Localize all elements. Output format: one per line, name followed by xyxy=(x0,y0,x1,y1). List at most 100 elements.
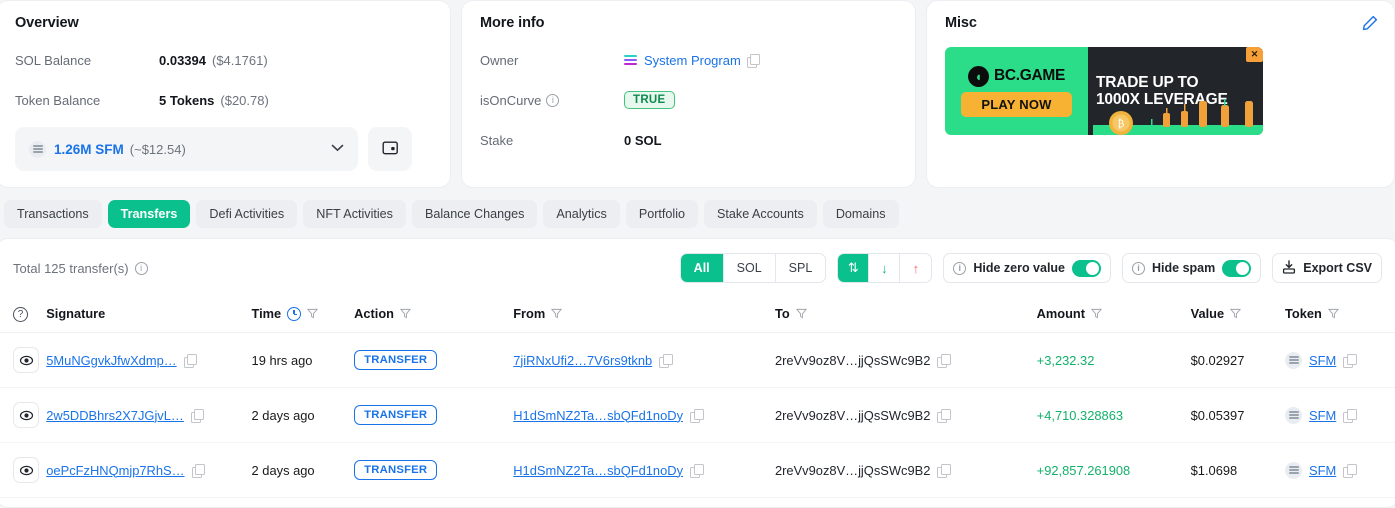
info-icon[interactable]: i xyxy=(546,93,560,107)
col-token: Token xyxy=(1285,295,1395,333)
col-token-label: Token xyxy=(1285,306,1322,321)
copy-icon[interactable] xyxy=(690,463,704,478)
hide-zero-value-toggle[interactable]: i Hide zero value xyxy=(943,253,1112,283)
download-icon xyxy=(1282,259,1296,277)
col-to: To xyxy=(774,295,1037,333)
misc-card: Misc ◖ BC.GAME PLAY NOW TRADE UP TO 1000… xyxy=(926,0,1395,188)
tab-balance-changes[interactable]: Balance Changes xyxy=(411,200,538,228)
filter-icon[interactable] xyxy=(551,308,563,319)
token-balance-label: Token Balance xyxy=(15,92,101,108)
action-badge: TRANSFER xyxy=(354,460,438,480)
col-time-label: Time xyxy=(251,306,282,321)
transfers-table: ? Signature Time Action From To Amount V… xyxy=(0,295,1395,498)
stake-amount: 0 SOL xyxy=(624,132,662,148)
signature-link[interactable]: 5MuNGgvkJfwXdmp… xyxy=(46,353,176,368)
copy-icon[interactable] xyxy=(183,353,198,368)
sort-both-icon[interactable]: ⇅ xyxy=(838,254,870,282)
tab-nft-activities[interactable]: NFT Activities xyxy=(303,200,406,228)
table-row: oePcFzHNQmjp7RhS… 2 days ago TRANSFER H1… xyxy=(0,442,1395,498)
tab-transactions[interactable]: Transactions xyxy=(4,200,102,228)
copy-icon[interactable] xyxy=(937,353,951,368)
filter-icon[interactable] xyxy=(795,308,807,319)
copy-icon[interactable] xyxy=(659,353,673,368)
tab-domains[interactable]: Domains xyxy=(822,200,899,228)
col-amount: Amount xyxy=(1036,295,1191,333)
pencil-icon[interactable] xyxy=(1362,15,1378,34)
copy-icon[interactable] xyxy=(690,408,704,423)
ad-close-icon[interactable]: ✕ xyxy=(1246,47,1263,62)
copy-icon[interactable] xyxy=(937,463,951,478)
filter-icon[interactable] xyxy=(1230,308,1242,319)
clock-icon[interactable] xyxy=(287,306,302,321)
filter-icon[interactable] xyxy=(1091,308,1103,319)
svg-text:₿: ₿ xyxy=(1118,118,1125,130)
row-to-cell: 2reVv9oz8V…jjQsSWc9B2 xyxy=(774,387,1037,443)
filter-sol[interactable]: SOL xyxy=(724,254,776,282)
token-link[interactable]: SFM xyxy=(1309,408,1336,423)
tab-defi-activities[interactable]: Defi Activities xyxy=(196,200,298,228)
toggle-switch[interactable] xyxy=(1222,259,1252,277)
row-value-cell: $0.05397 xyxy=(1190,387,1286,443)
advertisement-banner[interactable]: ◖ BC.GAME PLAY NOW TRADE UP TO 1000X LEV… xyxy=(945,47,1263,135)
row-eye-cell xyxy=(0,387,47,443)
token-link[interactable]: SFM xyxy=(1309,353,1336,368)
filter-icon[interactable] xyxy=(399,308,411,319)
copy-icon[interactable] xyxy=(1343,408,1357,423)
copy-icon[interactable] xyxy=(191,463,206,478)
ad-brand: ◖ BC.GAME xyxy=(967,65,1065,87)
row-token-cell: SFM xyxy=(1285,442,1395,498)
tab-bar: Transactions Transfers Defi Activities N… xyxy=(0,188,1395,238)
tab-portfolio[interactable]: Portfolio xyxy=(625,200,699,228)
info-icon[interactable]: i xyxy=(134,261,148,275)
hide-spam-toggle[interactable]: i Hide spam xyxy=(1122,253,1262,283)
hide-zero-value-label: Hide zero value xyxy=(973,261,1066,275)
arrow-up-icon[interactable]: ↑ xyxy=(900,254,931,282)
row-action-cell: TRANSFER xyxy=(354,332,514,388)
sol-balance-amount: 0.03394 xyxy=(159,52,206,68)
transfers-panel: Total 125 transfer(s) i All SOL SPL ⇅ ↓ … xyxy=(0,238,1395,508)
col-action: Action xyxy=(354,295,514,333)
col-value-label: Value xyxy=(1190,306,1225,321)
from-address-link[interactable]: H1dSmNZ2Ta…sbQFd1noDy xyxy=(513,463,683,478)
copy-icon[interactable] xyxy=(1343,353,1357,368)
eye-icon[interactable] xyxy=(13,347,39,373)
toggle-switch[interactable] xyxy=(1072,259,1102,277)
token-select-dropdown[interactable]: 1.26M SFM (~$12.54) xyxy=(15,127,358,171)
table-header: ? Signature Time Action From To Amount V… xyxy=(0,295,1395,333)
account-page: Overview SOL Balance 0.03394 ($4.1761) T… xyxy=(0,0,1395,508)
info-icon: i xyxy=(953,261,967,275)
more-info-title: More info xyxy=(480,15,545,31)
overview-card: Overview SOL Balance 0.03394 ($4.1761) T… xyxy=(0,0,451,188)
owner-value: System Program xyxy=(624,53,761,68)
ad-cta-button[interactable]: PLAY NOW xyxy=(961,91,1072,117)
from-address-link[interactable]: 7jiRNxUfi2…7V6rs9tknb xyxy=(513,353,652,368)
copy-icon[interactable] xyxy=(190,408,205,423)
copy-icon[interactable] xyxy=(937,408,951,423)
copy-icon[interactable] xyxy=(1343,463,1357,478)
token-link[interactable]: SFM xyxy=(1309,463,1336,478)
signature-link[interactable]: 2w5DDBhrs2X7JGjvL… xyxy=(46,408,184,423)
more-info-card: More info Owner System Program isOnCurve… xyxy=(461,0,916,188)
arrow-down-icon[interactable]: ↓ xyxy=(869,254,901,282)
is-on-curve-label: isOnCurve i xyxy=(480,93,624,108)
row-token-cell: SFM xyxy=(1285,387,1395,443)
copy-icon[interactable] xyxy=(746,53,761,68)
tab-analytics[interactable]: Analytics xyxy=(543,200,620,228)
filter-icon[interactable] xyxy=(307,308,319,319)
from-address-link[interactable]: H1dSmNZ2Ta…sbQFd1noDy xyxy=(513,408,683,423)
owner-link[interactable]: System Program xyxy=(644,53,741,68)
tab-transfers[interactable]: Transfers xyxy=(107,200,191,228)
token-selector-row: 1.26M SFM (~$12.54) xyxy=(15,127,432,171)
help-icon[interactable]: ? xyxy=(13,307,28,322)
filter-icon[interactable] xyxy=(1327,308,1339,319)
eye-icon[interactable] xyxy=(13,457,39,483)
export-csv-button[interactable]: Export CSV xyxy=(1272,253,1382,283)
wallet-button[interactable] xyxy=(368,127,412,171)
token-coin-icon xyxy=(1285,461,1303,479)
tab-stake-accounts[interactable]: Stake Accounts xyxy=(704,200,817,228)
eye-icon[interactable] xyxy=(13,402,39,428)
filter-spl[interactable]: SPL xyxy=(776,254,826,282)
stake-label: Stake xyxy=(480,132,514,148)
signature-link[interactable]: oePcFzHNQmjp7RhS… xyxy=(46,463,184,478)
filter-all[interactable]: All xyxy=(680,254,724,282)
